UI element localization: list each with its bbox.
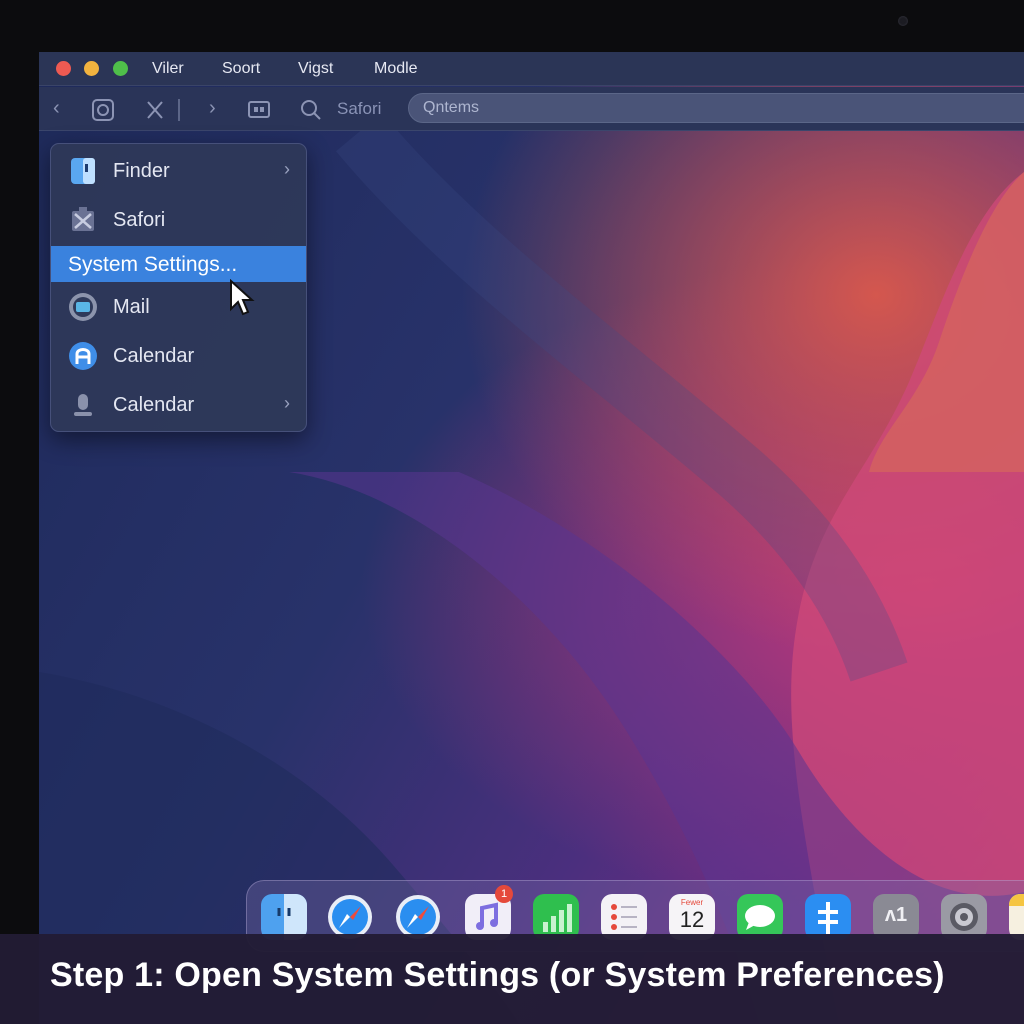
calendar-icon <box>69 342 97 370</box>
menu-item-safari[interactable]: Safori <box>51 202 306 238</box>
calendar-month: Fewer <box>680 898 704 907</box>
toolbar: ‹ › Safori Qntems <box>39 87 1024 131</box>
menu-item-label: System Settings... <box>68 253 238 276</box>
mouse-pointer-icon <box>230 279 255 316</box>
chevron-right-icon: › <box>284 393 290 413</box>
podcast-icon <box>74 394 92 416</box>
toolbar-title: Safori <box>337 99 382 118</box>
finder-icon <box>71 158 95 184</box>
menu-item-calendar-2[interactable]: Calendar › <box>51 387 306 423</box>
tools-icon[interactable] <box>145 99 165 121</box>
back-icon[interactable]: ‹ <box>53 97 60 119</box>
menu-item-calendar[interactable]: Calendar <box>51 338 306 374</box>
zoom-window-button[interactable] <box>113 61 128 76</box>
sync-icon[interactable] <box>91 98 115 122</box>
menu-soort[interactable]: Soort <box>222 60 260 78</box>
menu-item-label: Safori <box>113 209 166 231</box>
menu-item-label: Mail <box>113 296 150 318</box>
sidebar-icon[interactable] <box>247 100 271 120</box>
vi-dock-label: ʌ1 <box>884 904 908 926</box>
music-notification-badge: 1 <box>495 885 513 903</box>
menu-item-label: Calendar <box>113 345 195 367</box>
menu-vigst[interactable]: Vigst <box>298 60 333 78</box>
menu-item-label: Calendar <box>113 394 195 416</box>
tutorial-caption: Step 1: Open System Settings (or System … <box>0 934 1024 1024</box>
desktop-screen: Viler Soort Vigst Modle ‹ › Safori Qntem… <box>39 52 1024 1024</box>
minimize-window-button[interactable] <box>84 61 99 76</box>
safari-icon <box>72 207 94 231</box>
close-window-button[interactable] <box>56 61 71 76</box>
menu-item-label: Finder <box>113 160 170 182</box>
caption-text: Step 1: Open System Settings (or System … <box>50 956 945 994</box>
toolbar-divider <box>178 99 180 121</box>
menu-viler[interactable]: Viler <box>152 60 184 78</box>
menu-modle[interactable]: Modle <box>374 60 418 78</box>
forward-icon[interactable]: › <box>209 97 216 119</box>
chevron-right-icon: › <box>284 159 290 179</box>
app-dropdown-menu: Finder › Safori System Settings... Mail <box>50 143 307 432</box>
menu-item-mail[interactable]: Mail <box>51 289 306 325</box>
camera <box>898 16 908 26</box>
menu-item-system-settings[interactable]: System Settings... <box>51 246 306 282</box>
search-field-value: Qntems <box>423 99 480 116</box>
mail-icon <box>69 293 97 321</box>
search-icon[interactable] <box>299 98 323 122</box>
menu-bar: Viler Soort Vigst Modle <box>39 52 1024 86</box>
search-field[interactable]: Qntems <box>408 93 1024 123</box>
calendar-day: 12 <box>679 907 705 932</box>
menu-item-finder[interactable]: Finder › <box>51 153 306 189</box>
